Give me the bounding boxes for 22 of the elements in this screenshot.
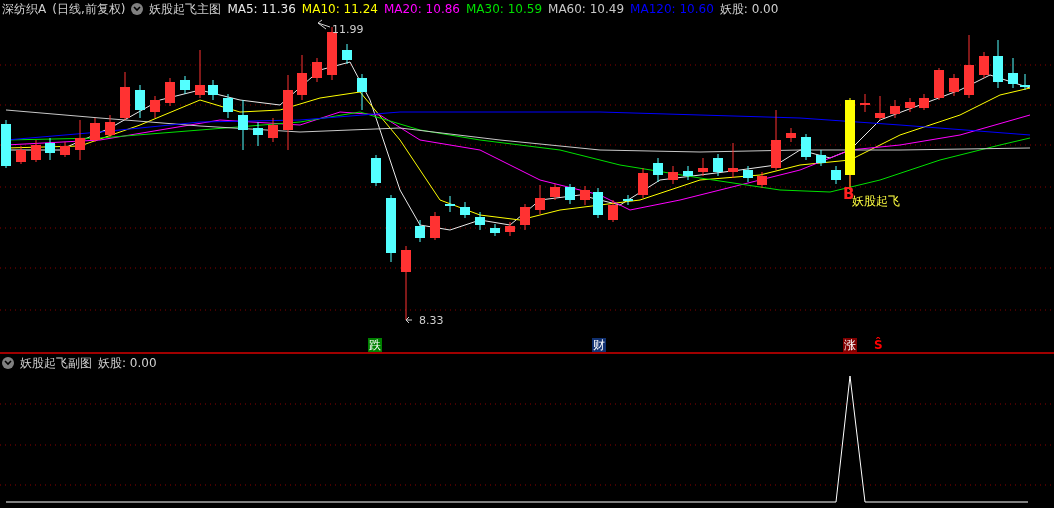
indicator-title: 妖股起飞主图 bbox=[149, 0, 222, 18]
signal-reading: 妖股: 0.00 bbox=[98, 354, 157, 372]
indicator-title: 妖股起飞副图 bbox=[20, 354, 92, 372]
moving-average-reading: MA60: 10.49 bbox=[548, 2, 625, 16]
dropdown-icon[interactable] bbox=[2, 357, 14, 369]
moving-average-reading: MA30: 10.59 bbox=[465, 2, 543, 16]
moving-average-reading: MA10: 11.24 bbox=[301, 2, 378, 16]
moving-average-reading: MA5: 11.36 bbox=[227, 2, 296, 16]
event-marker: 财 bbox=[592, 338, 606, 352]
dropdown-icon[interactable] bbox=[131, 3, 144, 15]
price-label: 11.99 bbox=[332, 24, 364, 36]
buy-signal-label: 妖股起飞 bbox=[852, 194, 900, 208]
moving-average-reading: MA20: 10.86 bbox=[383, 2, 460, 16]
signal-tick bbox=[849, 174, 851, 187]
event-marker: 涨 bbox=[843, 338, 857, 352]
stock-name: 深纺织A bbox=[2, 0, 47, 18]
moving-average-reading: MA120: 10.60 bbox=[630, 2, 714, 16]
price-label: 8.33 bbox=[419, 315, 444, 327]
signal-reading: 妖股: 0.00 bbox=[719, 0, 779, 18]
event-marker: Ŝ bbox=[873, 338, 884, 352]
period-label: (日线,前复权) bbox=[52, 0, 126, 18]
event-marker: 跌 bbox=[368, 338, 382, 352]
